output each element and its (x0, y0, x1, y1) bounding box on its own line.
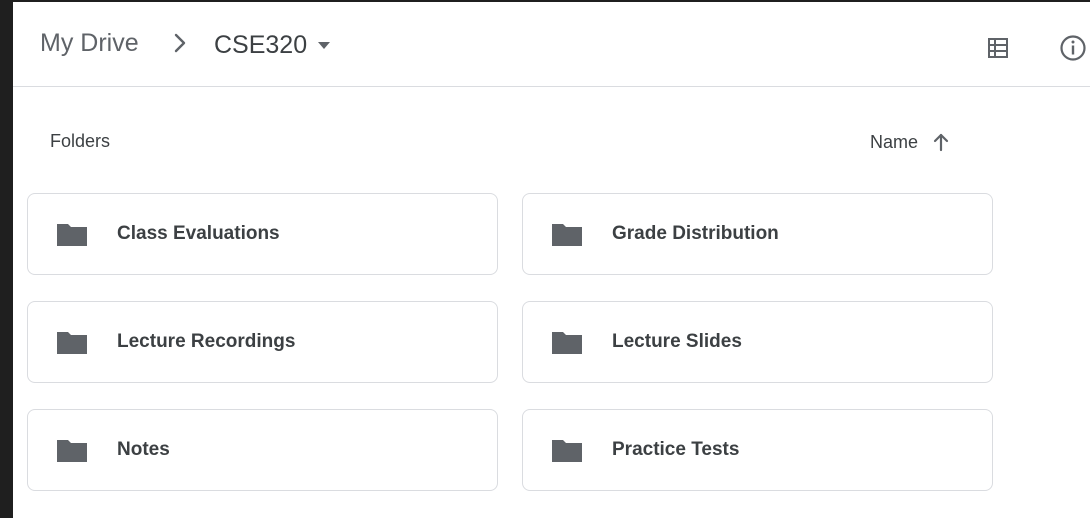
info-button[interactable] (1053, 28, 1090, 68)
caret-down-icon (318, 42, 331, 49)
folder-icon (57, 331, 87, 354)
folder-label: Notes (117, 439, 170, 460)
drive-panel: My Drive CSE320 Folders Name Class Evalu… (13, 2, 1090, 518)
folder-label: Practice Tests (612, 439, 740, 460)
sort-by-name-button[interactable]: Name (870, 126, 950, 158)
folder-icon (552, 223, 582, 246)
folder-card-lecture-recordings[interactable]: Lecture Recordings (27, 301, 498, 383)
folder-card-lecture-slides[interactable]: Lecture Slides (522, 301, 993, 383)
folder-label: Lecture Recordings (117, 331, 296, 352)
sort-label: Name (870, 131, 919, 152)
folder-icon (57, 439, 87, 462)
chevron-right-icon (174, 33, 186, 53)
current-folder-menu[interactable]: CSE320 (214, 26, 331, 64)
current-folder-label: CSE320 (214, 30, 308, 59)
folder-icon (552, 331, 582, 354)
folder-label: Grade Distribution (612, 223, 779, 244)
breadcrumb-header: My Drive CSE320 (13, 2, 1090, 87)
list-view-icon (988, 38, 1008, 58)
list-view-button[interactable] (980, 30, 1016, 66)
folder-icon (552, 439, 582, 462)
breadcrumb-root[interactable]: My Drive (40, 29, 139, 58)
folder-card-notes[interactable]: Notes (27, 409, 498, 491)
folder-label: Lecture Slides (612, 331, 742, 352)
folder-card-grade-distribution[interactable]: Grade Distribution (522, 193, 993, 275)
info-icon (1060, 35, 1086, 61)
folder-label: Class Evaluations (117, 223, 280, 244)
folders-section-label: Folders (50, 131, 111, 151)
folder-icon (57, 223, 87, 246)
arrow-up-icon (933, 133, 949, 152)
folder-card-class-evaluations[interactable]: Class Evaluations (27, 193, 498, 275)
folder-card-practice-tests[interactable]: Practice Tests (522, 409, 993, 491)
